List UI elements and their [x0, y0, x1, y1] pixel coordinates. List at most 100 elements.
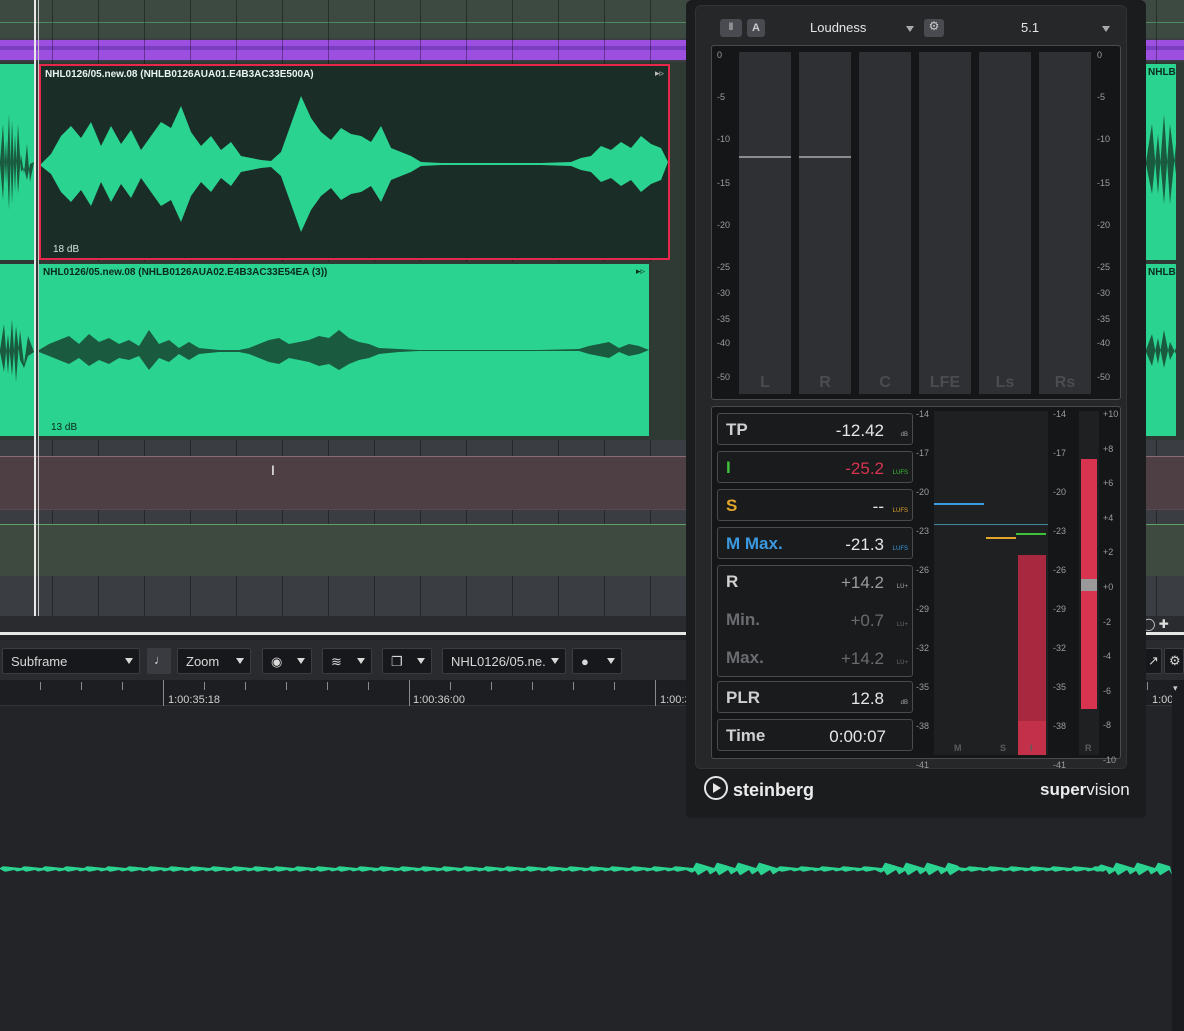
- event-title: NHLB012: [1148, 67, 1176, 78]
- pause-icon: Ⅱ: [728, 22, 734, 33]
- chevron-down-icon[interactable]: [906, 26, 914, 32]
- plugin-body: Ⅱ A Loudness ⚙ 5.1 L R C LFE Ls Rs 0 0 -5 -5 -10 -1…: [695, 5, 1128, 770]
- range-scale-label: +8: [1103, 443, 1114, 454]
- i-bar-label: I: [1030, 743, 1033, 753]
- ruler-tick: [122, 682, 123, 690]
- cursor-line[interactable]: [34, 0, 36, 616]
- loudness-scale-label: -14: [916, 409, 930, 419]
- ruler-tick: [450, 682, 451, 690]
- music-note-button[interactable]: ♩: [147, 648, 171, 674]
- zoom-dropdown[interactable]: Zoom: [177, 648, 251, 674]
- range-meter: R: [1079, 411, 1099, 755]
- audio-event-2[interactable]: NHL0126/05.new.08 (NHLB0126AUA02.E4B3AC3…: [39, 264, 649, 436]
- plugin-header: Ⅱ A Loudness ⚙ 5.1: [696, 6, 1128, 42]
- ruler-tick: [245, 682, 246, 690]
- zoom-icons[interactable]: ◯ ✚: [1142, 617, 1169, 631]
- time-value: 0:00:07: [829, 727, 886, 746]
- chat-dropdown[interactable]: ●: [572, 648, 622, 674]
- ruler-tick: [614, 682, 615, 690]
- loudness-scale-label: -20: [916, 487, 930, 497]
- play-icon: [713, 783, 721, 793]
- meter-scale-label: 0: [1097, 50, 1103, 60]
- min-unit: LU+: [896, 622, 908, 628]
- tp-readout: TP -12.42 dB: [717, 413, 913, 445]
- a-button[interactable]: A: [747, 19, 765, 37]
- format-selector[interactable]: 5.1: [1021, 20, 1039, 35]
- loudness-scale-label: -32: [916, 643, 930, 653]
- ruler-tick: [81, 682, 82, 690]
- loudness-scale-right: -14 -17 -20 -23 -26 -29 -32 -35 -38 -41: [1052, 407, 1074, 770]
- min-value: +0.7: [850, 611, 884, 630]
- range-scale-label: -4: [1103, 651, 1112, 662]
- waveform: [39, 330, 649, 370]
- ruler-tick: [532, 682, 533, 690]
- loudness-scale-label: -35: [1053, 682, 1067, 692]
- chevron-down-icon: [236, 658, 244, 664]
- channel-meter-c: C: [859, 52, 911, 394]
- meter-scale-label: -25: [717, 262, 731, 272]
- s-value: --: [872, 497, 884, 516]
- range-scale-label: -8: [1103, 720, 1112, 731]
- ruler-tick: [655, 680, 656, 706]
- copy-dropdown[interactable]: ❐: [382, 648, 432, 674]
- meter-scale-label: -50: [717, 372, 731, 382]
- module-selector[interactable]: Loudness: [810, 20, 866, 35]
- plr-unit: dB: [900, 700, 908, 706]
- plr-value: 12.8: [850, 689, 884, 708]
- range-scale-label: +10: [1103, 409, 1119, 419]
- meter-scale-label: -35: [717, 314, 731, 324]
- mmax-label: M Max.: [726, 534, 783, 553]
- meter-scale-label: -15: [1097, 178, 1111, 188]
- supervision-plugin: Ⅱ A Loudness ⚙ 5.1 L R C LFE Ls Rs 0 0 -5 -5 -10 -1…: [686, 0, 1146, 818]
- audio-event-left-1[interactable]: [0, 64, 34, 260]
- time-readout: Time 0:00:07: [717, 719, 913, 751]
- loudness-scale-label: -26: [1053, 565, 1067, 575]
- chevron-down-icon[interactable]: [1102, 26, 1110, 32]
- ruler-tick: [40, 682, 41, 690]
- audio-event-left-2[interactable]: [0, 264, 34, 436]
- ruler-tick: [204, 682, 205, 690]
- pause-button[interactable]: Ⅱ: [720, 19, 742, 37]
- music-note-icon: ♩: [154, 652, 167, 667]
- loudness-panel: TP -12.42 dB I -25.2 LUFS S -- LUFS M Max. -21.…: [711, 406, 1121, 770]
- channel-label: R: [819, 374, 831, 391]
- copy-icon: ❐: [391, 654, 403, 669]
- audio-event-right-1[interactable]: NHLB012: [1146, 64, 1176, 260]
- plr-readout: PLR 12.8 dB: [717, 681, 913, 713]
- settings-button[interactable]: ⚙: [1164, 648, 1184, 674]
- max-value: +14.2: [840, 649, 884, 668]
- layers-dropdown[interactable]: ≋: [322, 648, 372, 674]
- subframe-dropdown[interactable]: Subframe: [2, 648, 140, 674]
- meter-scale-label: 0: [717, 50, 723, 60]
- range-scale: +10 +8 +6 +4 +2 +0 -2 -4 -6 -8 -10: [1101, 407, 1121, 765]
- mmax-unit: LUFS: [892, 546, 908, 552]
- expand-button[interactable]: ↗: [1144, 648, 1162, 674]
- range-scale-label: -10: [1103, 755, 1117, 765]
- waveform: [41, 96, 668, 232]
- vertical-scrollbar[interactable]: ▾: [1172, 680, 1184, 1031]
- visibility-dropdown[interactable]: ◉: [262, 648, 312, 674]
- loudness-scale-label: -23: [916, 526, 930, 536]
- layers-icon: ≋: [331, 654, 342, 669]
- event-volume: 13 dB: [51, 422, 78, 433]
- ruler-tick: [286, 682, 287, 690]
- peak-line: [799, 156, 851, 158]
- channel-label: L: [760, 374, 770, 391]
- audio-event-1[interactable]: NHL0126/05.new.08 (NHLB0126AUA01.E4B3AC3…: [39, 64, 670, 260]
- s-unit: LUFS: [892, 508, 908, 514]
- tp-label: TP: [726, 420, 748, 439]
- loudness-scale-label: -20: [1053, 487, 1067, 497]
- clip-dropdown[interactable]: NHL0126/05.ne.: [442, 648, 566, 674]
- speech-icon: ●: [581, 654, 589, 669]
- steinberg-brand: steinberg: [733, 780, 815, 800]
- loudness-scale-label: -32: [1053, 643, 1067, 653]
- min-label: Min.: [726, 610, 760, 629]
- ruler-tick: [409, 680, 410, 706]
- waveform: [0, 114, 34, 210]
- gear-icon[interactable]: ⚙: [924, 19, 944, 37]
- loudness-graph: M S I: [934, 411, 1048, 755]
- audio-event-right-2[interactable]: NHLB012: [1146, 264, 1176, 436]
- channel-meter-lfe: LFE: [919, 52, 971, 394]
- ruler-tick: [491, 682, 492, 690]
- eye-icon: ◉: [271, 654, 283, 669]
